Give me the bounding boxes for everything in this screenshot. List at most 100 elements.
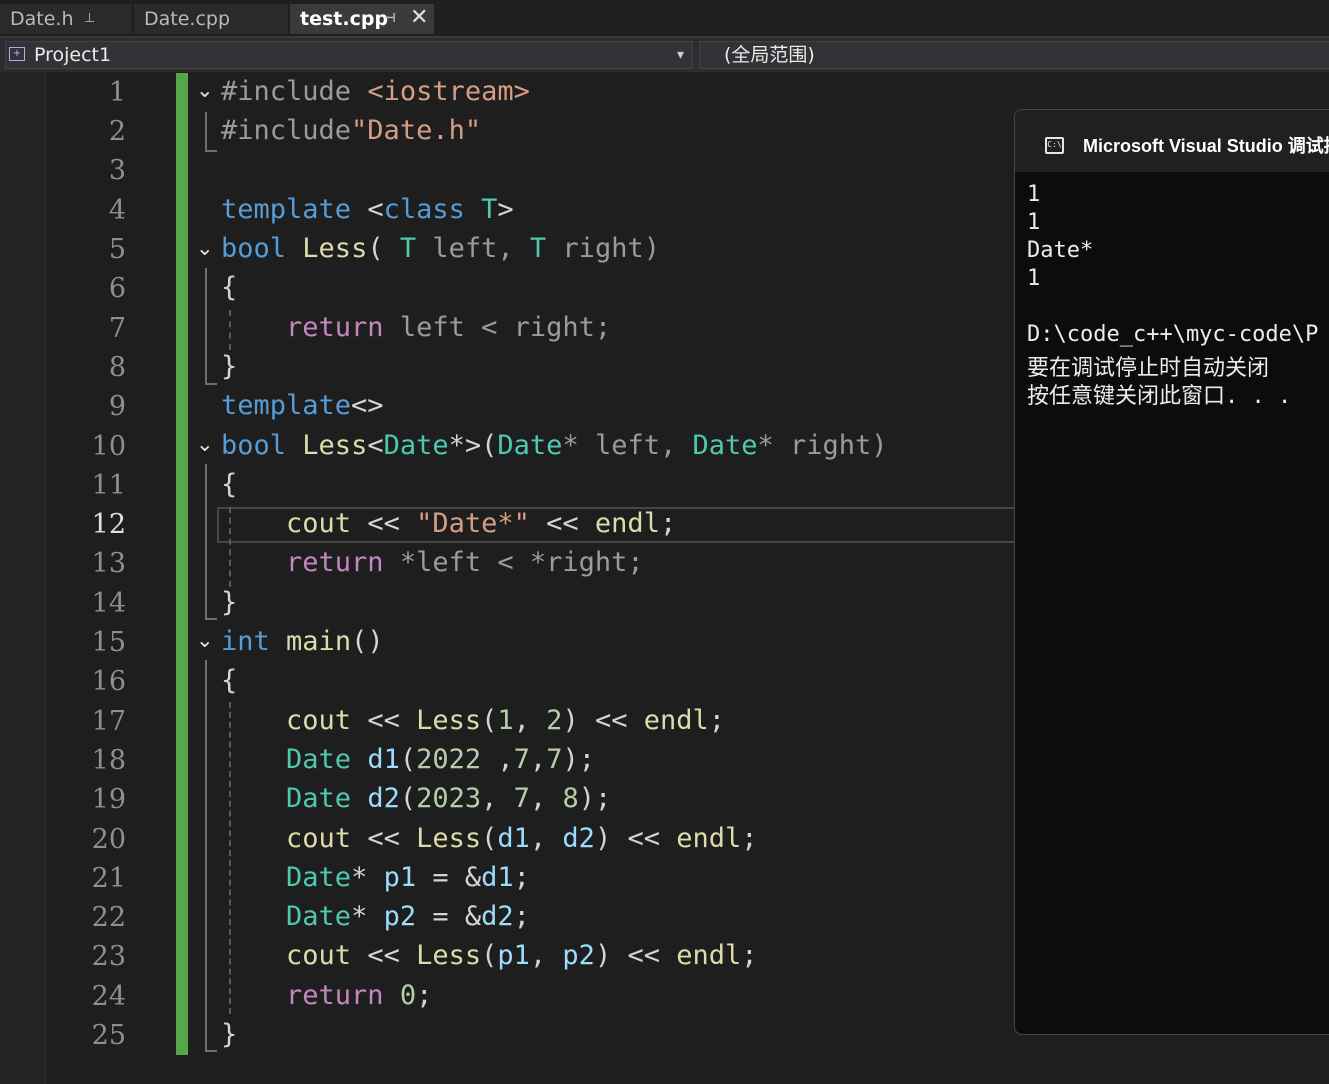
code-line-1[interactable]: #include <iostream> — [221, 76, 530, 107]
code-token: 2022 — [416, 744, 482, 775]
code-token: Less — [416, 823, 482, 854]
glyph-margin[interactable] — [0, 72, 46, 1084]
code-token: endl — [676, 940, 742, 971]
code-token: d2 — [481, 901, 514, 932]
tab-label: test.cpp — [300, 8, 389, 30]
console-titlebar[interactable]: C:\ Microsoft Visual Studio 调试控 — [1015, 110, 1329, 172]
code-token: p1 — [383, 862, 417, 893]
code-token: ; — [741, 823, 758, 854]
line-number: 15 — [91, 627, 126, 658]
code-token: left < right; — [383, 312, 612, 343]
project-icon: + — [9, 47, 25, 61]
collapse-chevron-icon[interactable]: ⌄ — [196, 432, 214, 456]
code-line-23[interactable]: cout << Less(p1, p2) << endl; — [221, 940, 757, 971]
code-token: Less — [416, 705, 482, 736]
line-number: 1 — [108, 77, 126, 108]
code-line-7[interactable]: return left < right; — [221, 312, 611, 343]
project-dropdown[interactable]: + Project1 ▾ — [5, 41, 693, 69]
code-line-20[interactable]: cout << Less(d1, d2) << endl; — [221, 823, 758, 854]
collapse-chevron-icon[interactable]: ⌄ — [196, 78, 214, 102]
code-token: right) — [546, 233, 660, 264]
code-token: Date — [286, 901, 352, 932]
tab-test-cpp[interactable]: test.cpp ⊣ ✕ — [290, 4, 434, 34]
code-token: bool — [221, 430, 287, 461]
code-line-24[interactable]: return 0; — [221, 980, 432, 1011]
close-icon[interactable]: ✕ — [410, 3, 428, 33]
tab-date-cpp[interactable]: Date.cpp — [134, 4, 288, 34]
code-token: Date — [286, 862, 352, 893]
code-token: return — [286, 547, 384, 578]
collapse-chevron-icon[interactable]: ⌄ — [196, 236, 214, 260]
code-line-14[interactable]: } — [221, 587, 237, 618]
code-token: cout — [286, 940, 352, 971]
line-number-current: 12 — [91, 509, 126, 540]
code-line-2[interactable]: #include"Date.h" — [221, 115, 481, 146]
code-line-6[interactable]: { — [221, 272, 237, 303]
code-line-22[interactable]: Date* p2 = &d2; — [221, 901, 530, 932]
code-token: , — [529, 940, 563, 971]
pin-icon[interactable]: ⊥ — [84, 4, 95, 34]
code-line-4[interactable]: template <class T> — [221, 194, 514, 225]
code-token: * right) — [757, 430, 888, 461]
code-token: = & — [416, 862, 482, 893]
code-token: ( — [481, 705, 498, 736]
code-line-19[interactable]: Date d2(2023, 7, 8); — [221, 783, 611, 814]
code-line-11[interactable]: { — [221, 469, 237, 500]
code-line-8[interactable]: } — [221, 351, 237, 382]
scope-dropdown[interactable]: (全局范围) — [699, 41, 1329, 69]
debug-console-window[interactable]: C:\ Microsoft Visual Studio 调试控 1 1 Date… — [1014, 109, 1329, 1035]
line-number: 2 — [108, 116, 126, 147]
code-line-10[interactable]: bool Less<Date*>(Date* left, Date* right… — [221, 430, 888, 461]
code-line-21[interactable]: Date* p1 = &d1; — [221, 862, 530, 893]
console-output-line: 1 — [1027, 266, 1041, 291]
line-number: 23 — [91, 941, 126, 972]
code-line-12[interactable]: cout << "Date*" << endl; — [221, 508, 676, 539]
code-token: T — [399, 233, 417, 264]
line-number: 22 — [91, 902, 126, 933]
code-token: Less — [416, 940, 482, 971]
code-line-17[interactable]: cout << Less(1, 2) << endl; — [221, 705, 725, 736]
code-token: * — [351, 901, 384, 932]
line-number: 19 — [91, 784, 126, 815]
code-token: 2023 — [416, 783, 482, 814]
console-output-line: 按任意键关闭此窗口. . . — [1027, 384, 1292, 409]
outline-bracket — [205, 268, 217, 385]
code-token: endl — [643, 705, 709, 736]
code-token: = & — [416, 901, 482, 932]
code-token: p2 — [383, 901, 417, 932]
line-number: 18 — [91, 745, 126, 776]
code-token: 1 — [497, 705, 514, 736]
code-line-5[interactable]: bool Less( T left, T right) — [221, 233, 660, 264]
code-line-9[interactable]: template<> — [221, 390, 384, 421]
code-token: << — [351, 823, 417, 854]
code-token: ); — [578, 783, 612, 814]
code-token: << — [351, 940, 417, 971]
code-token: { — [221, 665, 238, 696]
code-token: , — [481, 783, 514, 814]
code-token: class — [383, 194, 465, 225]
code-token: cout — [286, 705, 352, 736]
code-line-16[interactable]: { — [221, 665, 237, 696]
code-token: { — [221, 272, 238, 303]
tab-date-h[interactable]: Date.h ⊥ — [0, 4, 132, 34]
console-output-line: 1 — [1027, 182, 1041, 207]
line-number: 5 — [108, 234, 126, 265]
tab-strip: Date.h ⊥ Date.cpp test.cpp ⊣ ✕ — [0, 0, 1329, 38]
code-token: cout — [286, 823, 352, 854]
code-token: endl — [676, 823, 742, 854]
pin-icon[interactable]: ⊣ — [384, 4, 396, 34]
tab-label: Date.h — [10, 8, 74, 30]
line-number: 25 — [91, 1020, 126, 1051]
code-token: "Date.h" — [351, 115, 482, 146]
code-token: template — [221, 390, 352, 421]
code-token: << — [529, 508, 595, 539]
code-line-18[interactable]: Date d1(2022 ,7,7); — [221, 744, 595, 775]
code-line-13[interactable]: return *left < *right; — [221, 547, 644, 578]
code-token: 0 — [399, 980, 417, 1011]
code-line-15[interactable]: int main() — [221, 626, 384, 657]
code-token: d2 — [367, 783, 400, 814]
collapse-chevron-icon[interactable]: ⌄ — [196, 628, 214, 652]
code-token: Less — [302, 430, 368, 461]
code-line-25[interactable]: } — [221, 1019, 237, 1050]
